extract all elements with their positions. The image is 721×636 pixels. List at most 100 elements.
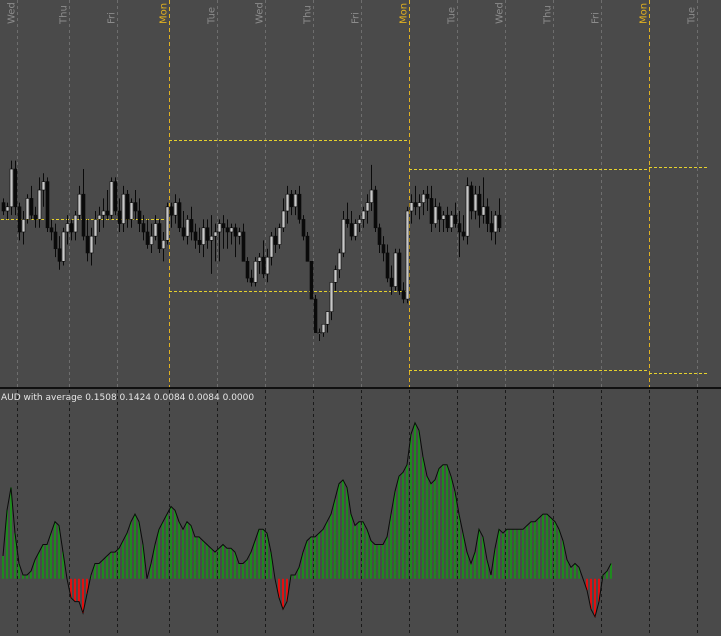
candle-body-103 [413, 202, 418, 208]
candle-body-25 [101, 210, 106, 216]
candle-body-50 [201, 227, 206, 245]
candle-body-70 [281, 210, 286, 229]
candle-body-74 [297, 193, 302, 220]
candle-body-124 [497, 214, 502, 229]
candle-body-96 [385, 252, 390, 279]
candle-body-89 [357, 219, 362, 224]
candle-body-35 [141, 223, 146, 233]
candle-body-5 [21, 219, 26, 233]
day-label-12: Fri [591, 12, 602, 24]
candle-body-18 [73, 214, 78, 233]
candle-body-104 [417, 202, 422, 208]
candle-body-49 [197, 240, 202, 245]
candle-body-115 [461, 231, 466, 237]
candle-body-120 [481, 206, 486, 216]
candle-body-40 [161, 240, 166, 250]
candle-body-24 [97, 214, 102, 220]
candle-body-94 [377, 227, 382, 245]
day-label-13: Mon [639, 3, 650, 24]
day-label-6: Thu [303, 5, 314, 25]
candle-body-67 [269, 235, 274, 258]
candle-body-15 [61, 231, 66, 262]
candle-body-26 [105, 210, 110, 216]
candle-body-27 [109, 181, 114, 216]
day-label-9: Tue [447, 7, 458, 25]
indicator-label: AUD with average 0.1508 0.1424 0.0084 0.… [1, 393, 254, 403]
candle-body-7 [29, 198, 34, 216]
candle-body-79 [317, 332, 322, 334]
candle-body-54 [217, 223, 222, 233]
candle-body-93 [373, 189, 378, 229]
candle-body-38 [153, 223, 158, 237]
candle-body-12 [49, 227, 54, 233]
candle-body-39 [157, 223, 162, 250]
candle-body-95 [381, 244, 386, 254]
candle-body-69 [277, 227, 282, 245]
candle-body-77 [309, 261, 314, 300]
candle-body-99 [397, 252, 402, 292]
candle-body-63 [253, 261, 258, 283]
candle-body-51 [205, 227, 210, 241]
candle-body-36 [145, 231, 150, 245]
candle-body-32 [129, 202, 134, 220]
candle-body-20 [81, 193, 86, 237]
candle-body-16 [65, 223, 70, 233]
day-label-5: Wed [255, 2, 266, 24]
candle-body-14 [57, 248, 62, 262]
candle-body-72 [289, 193, 294, 208]
candle-body-42 [169, 206, 174, 216]
candle-body-56 [225, 227, 230, 233]
candle-body-113 [453, 214, 458, 224]
candle-body-100 [401, 290, 406, 300]
day-label-1: Thu [59, 5, 70, 25]
candle-body-21 [85, 235, 90, 254]
candle-body-109 [437, 206, 442, 220]
candle-body-90 [361, 210, 366, 220]
candle-body-0 [1, 202, 6, 212]
candle-body-10 [41, 181, 46, 191]
day-label-8: Mon [399, 3, 410, 24]
candle-body-65 [261, 256, 266, 275]
candle-body-41 [165, 206, 170, 241]
candle-body-4 [17, 206, 22, 233]
candle-body-122 [489, 223, 494, 233]
day-label-3: Mon [159, 3, 170, 24]
candle-body-17 [69, 223, 74, 233]
candle-body-112 [449, 214, 454, 229]
day-label-11: Thu [543, 5, 554, 25]
candle-body-53 [213, 231, 218, 237]
candle-body-111 [445, 214, 450, 229]
candle-body-23 [93, 219, 98, 237]
candle-body-87 [349, 223, 354, 237]
candle-body-73 [293, 193, 298, 208]
candle-body-88 [353, 223, 358, 237]
candle-body-123 [493, 214, 498, 233]
candle-body-3 [13, 168, 18, 208]
candle-body-34 [137, 210, 142, 224]
candle-body-28 [113, 181, 118, 212]
candle-body-58 [233, 227, 238, 237]
candle-body-45 [181, 227, 186, 237]
day-label-4: Tue [207, 7, 218, 25]
candle-body-29 [117, 210, 122, 224]
price-chart[interactable]: Wed Thu Fri Mon Tue Wed Thu Fri Mon Tue Wed Thu Fri M… [0, 0, 721, 636]
candle-body-92 [369, 189, 374, 203]
candle-body-11 [45, 181, 50, 229]
candle-body-60 [241, 231, 246, 262]
candle-body-6 [25, 198, 30, 220]
candle-body-13 [53, 231, 58, 250]
candle-body-71 [285, 193, 290, 212]
candle-body-110 [441, 214, 446, 220]
candle-body-52 [209, 235, 214, 241]
candle-body-118 [473, 193, 478, 212]
candle-body-2 [9, 168, 14, 208]
candle-body-19 [77, 193, 82, 216]
candle-body-121 [485, 206, 490, 224]
candle-body-91 [365, 202, 370, 212]
candle-body-30 [121, 193, 126, 224]
candle-body-68 [273, 235, 278, 245]
candle-body-22 [89, 235, 94, 254]
candle-body-97 [389, 277, 394, 287]
candle-body-98 [393, 252, 398, 287]
candle-body-102 [409, 202, 414, 212]
